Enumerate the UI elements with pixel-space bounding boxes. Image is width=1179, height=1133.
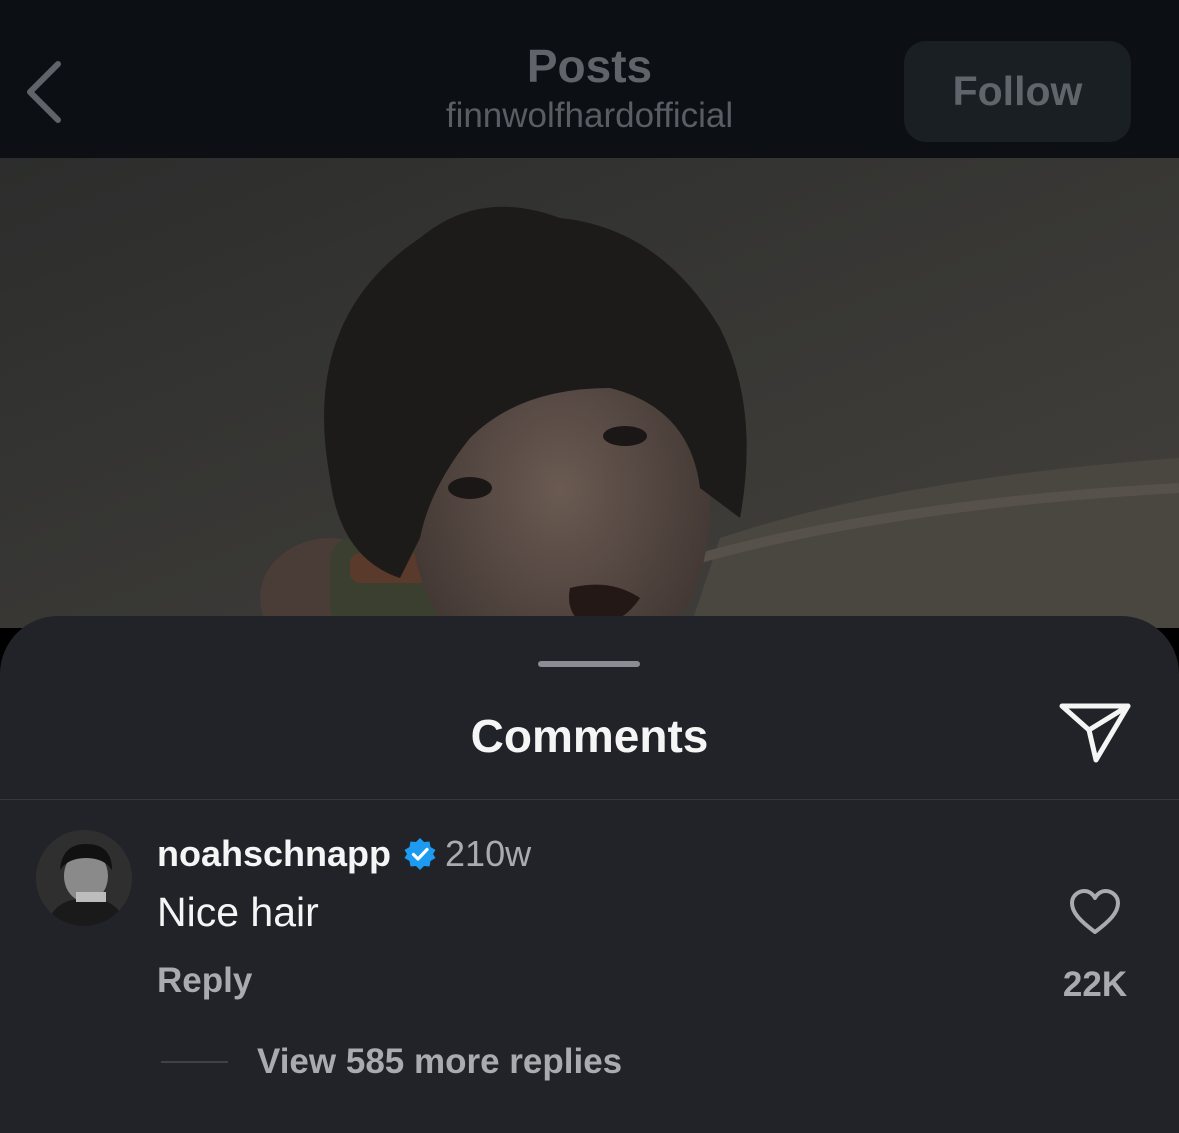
comments-title: Comments [470,710,709,762]
comment-timestamp: 210w [445,833,532,874]
comments-sheet: Comments noahschnapp 210w Nice hair Repl… [0,616,1179,1133]
like-button[interactable] [1069,888,1121,936]
reply-button[interactable]: Reply [157,961,252,1001]
follow-button[interactable]: Follow [904,41,1131,142]
share-button[interactable] [1058,700,1132,764]
view-replies-button[interactable]: View 585 more replies [257,1042,622,1082]
top-bar: Posts finnwolfhardofficial Follow [0,0,1179,158]
avatar-photo [36,830,132,926]
post-photo[interactable] [0,158,1179,628]
divider [0,799,1179,800]
comment-text: Nice hair [157,889,319,935]
replies-divider-line [161,1061,228,1063]
verified-badge-icon [404,838,436,870]
paper-plane-icon [1059,703,1131,763]
comment-username[interactable]: noahschnapp [157,833,391,875]
like-count: 22K [1062,965,1128,1004]
comment-header: noahschnapp 210w [157,832,531,876]
heart-icon [1070,889,1120,934]
post-photo-illustration [0,158,1179,628]
avatar[interactable] [36,830,132,926]
sheet-drag-handle[interactable] [538,661,640,667]
